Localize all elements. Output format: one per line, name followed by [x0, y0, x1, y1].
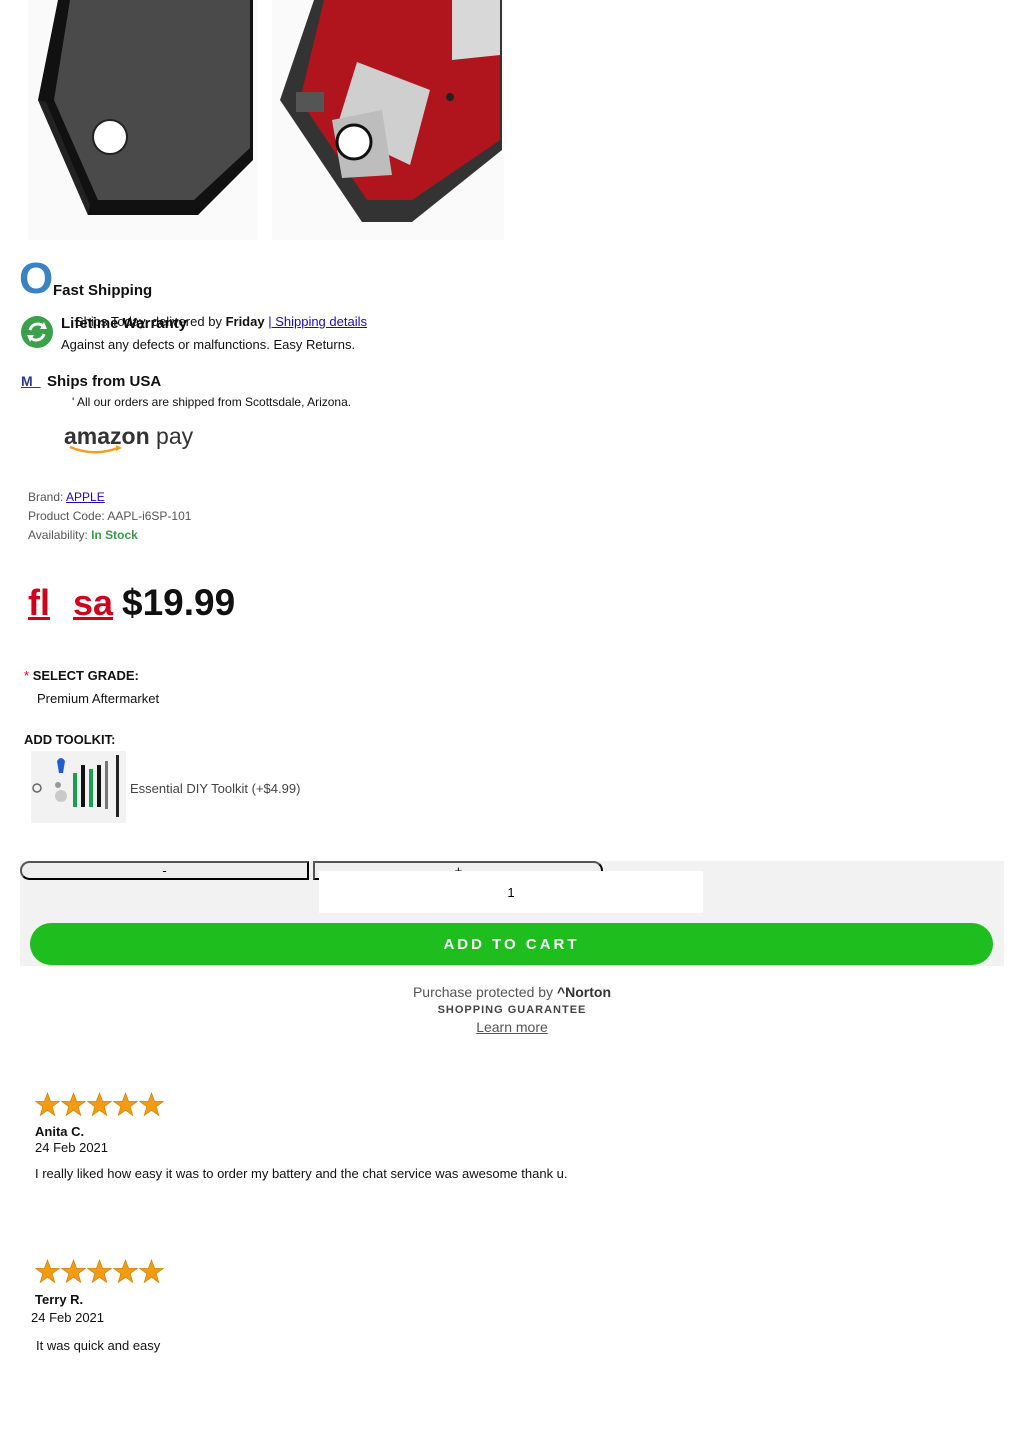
grade-label: * SELECT GRADE: — [24, 668, 139, 683]
toolkit-label: ADD TOOLKIT: — [24, 732, 116, 747]
review-date-2: 24 Feb 2021 — [31, 1310, 105, 1325]
star-icon — [139, 1259, 164, 1284]
product-code-row: Product Code: AAPL-i6SP-101 — [28, 509, 191, 523]
toolkit-image[interactable] — [31, 751, 126, 823]
old-price-part-b: sa — [73, 582, 114, 623]
star-icon — [61, 1092, 86, 1117]
required-mark: * — [24, 668, 30, 683]
old-price-part-a: fl — [28, 582, 50, 623]
norton-line-a: Purchase protected by ^Norton — [0, 984, 1024, 1000]
usa-text: ' All our orders are shipped from Scotts… — [72, 395, 352, 409]
shipping-detail-sep: | — [264, 314, 272, 329]
star-icon — [113, 1259, 138, 1284]
brand-row: Brand: APPLE — [28, 490, 105, 504]
product-image-front[interactable] — [28, 0, 258, 240]
fast-shipping-icon-letter: O — [19, 254, 54, 303]
price-current: $19.99 — [122, 582, 236, 623]
star-icon — [61, 1259, 86, 1284]
product-code-label: Product Code: — [28, 509, 108, 523]
norton-logo: ^Norton — [556, 984, 612, 1000]
review-author-1: Anita C. — [35, 1124, 85, 1139]
warranty-text: Against any defects or malfunctions. Eas… — [61, 337, 356, 352]
review-date-1: 24 Feb 2021 — [35, 1140, 109, 1155]
grade-option[interactable]: Premium Aftermarket — [37, 691, 159, 706]
star-icon — [87, 1259, 112, 1284]
add-to-cart-button[interactable]: ADD TO CART — [30, 923, 993, 965]
fast-shipping-icon: O — [19, 254, 54, 303]
quantity-input[interactable] — [319, 871, 703, 913]
amazon-smile-icon — [69, 445, 122, 454]
cart-panel: - + ADD TO CART — [20, 861, 1004, 966]
review-text-2: It was quick and easy — [36, 1338, 161, 1353]
review-text-1: I really liked how easy it was to order … — [35, 1166, 568, 1181]
toolkit-option[interactable]: Essential DIY Toolkit (+$4.99) — [130, 781, 300, 796]
product-image-back[interactable] — [272, 0, 504, 240]
shipping-detail-day: Friday — [225, 314, 265, 329]
norton-guarantee: Purchase protected by ^Norton SHOPPING G… — [0, 984, 1024, 1035]
review-stars-2 — [35, 1259, 164, 1284]
shipping-details-link[interactable]: Shipping details — [272, 314, 367, 329]
warranty-title: Lifetime Warranty — [61, 315, 188, 332]
review-card — [35, 1092, 164, 1117]
norton-line-a-text: Purchase protected by — [412, 984, 557, 1000]
usa-title: Ships from USA — [47, 373, 162, 390]
norton-learn-more-link[interactable]: Learn more — [0, 1019, 1024, 1035]
amazon-pay-word: pay — [149, 423, 194, 449]
star-icon — [35, 1092, 60, 1117]
review-card — [35, 1259, 164, 1284]
usa-icon: M_ — [21, 373, 41, 389]
availability-value: In Stock — [91, 528, 138, 542]
star-icon — [113, 1092, 138, 1117]
refresh-icon — [20, 315, 54, 354]
grade-label-text: SELECT GRADE: — [32, 668, 139, 683]
brand-link[interactable]: APPLE — [66, 490, 105, 504]
brand-label: Brand: — [28, 490, 67, 504]
norton-line-b: SHOPPING GUARANTEE — [437, 1004, 587, 1016]
star-icon — [139, 1092, 164, 1117]
quantity-decrease-button[interactable]: - — [20, 861, 309, 880]
availability-label: Availability: — [28, 528, 92, 542]
review-stars-1 — [35, 1092, 164, 1117]
product-code-value: AAPL-i6SP-101 — [107, 509, 192, 523]
review-author-2: Terry R. — [35, 1292, 84, 1307]
fast-shipping-title: Fast Shipping — [53, 282, 153, 299]
availability-row: Availability: In Stock — [28, 528, 138, 542]
star-icon — [87, 1092, 112, 1117]
amazon-pay-logo[interactable]: amazon pay — [64, 423, 194, 459]
toolkit-radio — [32, 783, 42, 793]
star-icon — [35, 1259, 60, 1284]
